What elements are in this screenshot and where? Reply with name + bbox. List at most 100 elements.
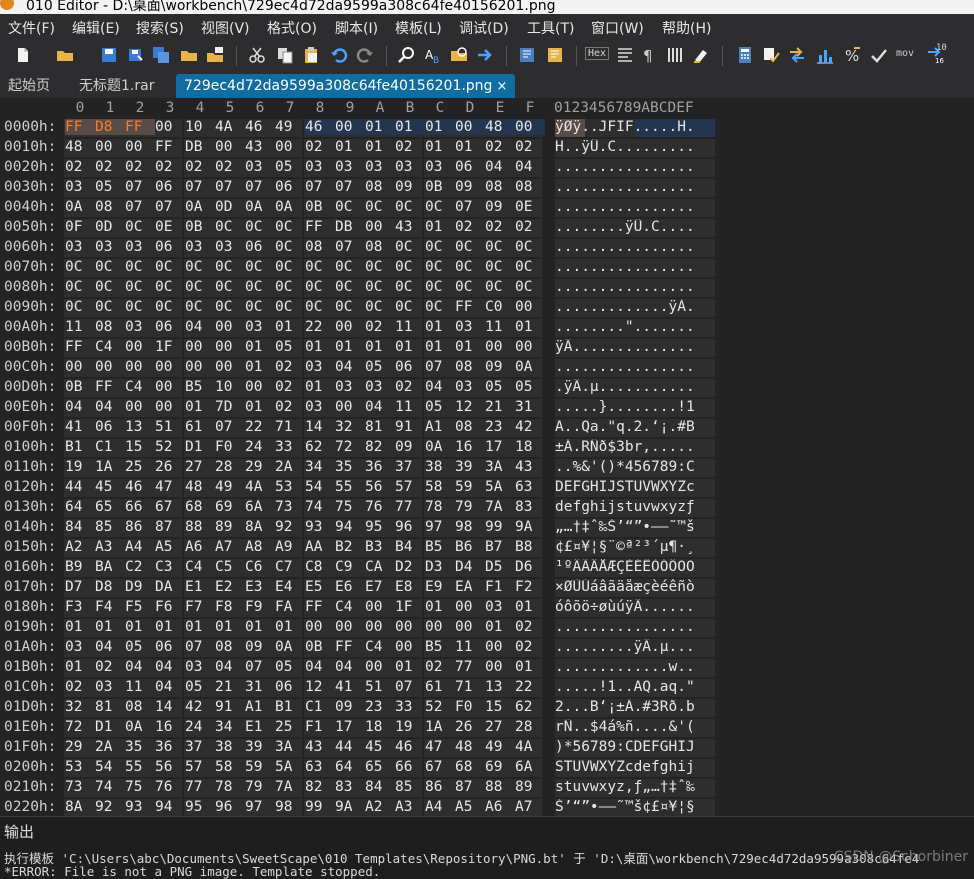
hex-byte[interactable]: 08 — [125, 699, 155, 715]
hex-byte[interactable]: 95 — [365, 519, 395, 535]
hex-byte[interactable]: 07 — [395, 679, 425, 695]
hex-byte[interactable]: 02 — [275, 399, 305, 415]
hex-byte[interactable]: 0E — [515, 199, 545, 215]
hex-byte[interactable]: 11 — [395, 319, 425, 335]
paste-icon[interactable] — [302, 46, 320, 64]
hex-byte[interactable]: 08 — [215, 639, 245, 655]
hex-byte[interactable]: 24 — [245, 439, 275, 455]
save-all-icon[interactable] — [152, 46, 170, 64]
hex-byte[interactable]: 00 — [455, 619, 485, 635]
hex-byte[interactable]: 61 — [425, 679, 455, 695]
hex-byte[interactable]: 69 — [215, 499, 245, 515]
hex-byte[interactable]: 65 — [95, 499, 125, 515]
hex-byte[interactable]: 08 — [455, 419, 485, 435]
hex-byte[interactable]: 49 — [215, 479, 245, 495]
hex-byte[interactable]: D2 — [395, 559, 425, 575]
hex-byte[interactable]: 0E — [155, 219, 185, 235]
hex-byte[interactable]: 02 — [95, 159, 125, 175]
hex-byte[interactable]: 2A — [275, 459, 305, 475]
hex-byte[interactable]: 74 — [95, 779, 125, 795]
hex-byte[interactable]: 18 — [365, 719, 395, 735]
hex-byte[interactable]: B6 — [455, 539, 485, 555]
hex-byte[interactable]: 12 — [455, 399, 485, 415]
hex-byte[interactable]: 75 — [125, 779, 155, 795]
hex-byte[interactable]: 01 — [245, 339, 275, 355]
hex-byte[interactable]: C4 — [125, 379, 155, 395]
hex-byte[interactable]: 00 — [185, 359, 215, 375]
hex-byte[interactable]: 07 — [215, 179, 245, 195]
hex-byte[interactable]: 04 — [305, 659, 335, 675]
calculator-icon[interactable] — [736, 46, 754, 64]
ascii-column[interactable]: „…†‡ˆ‰Š’“”•–—˜™š — [555, 519, 715, 537]
ascii-column[interactable]: stuvwxyz‚ƒ„…†‡ˆ‰ — [555, 779, 715, 797]
hex-byte[interactable]: 0C — [155, 259, 185, 275]
hex-byte[interactable]: 42 — [515, 419, 545, 435]
hex-byte[interactable]: 46 — [245, 119, 275, 135]
hex-byte[interactable]: 03 — [425, 159, 455, 175]
hex-byte[interactable]: 46 — [305, 119, 335, 135]
hex-byte[interactable]: 95 — [185, 799, 215, 815]
hex-byte[interactable]: 05 — [275, 339, 305, 355]
hex-byte[interactable]: 22 — [245, 419, 275, 435]
hex-byte[interactable]: 23 — [365, 699, 395, 715]
hex-byte[interactable]: 47 — [425, 739, 455, 755]
hex-byte[interactable]: 0C — [95, 259, 125, 275]
hex-byte[interactable]: A6 — [485, 799, 515, 815]
hex-byte[interactable]: 92 — [95, 799, 125, 815]
hex-byte[interactable]: 0B — [425, 179, 455, 195]
menu-script[interactable]: 脚本(I) — [335, 18, 378, 38]
hex-byte[interactable]: 04 — [155, 659, 185, 675]
ascii-column[interactable]: ¹ºÂÃÄÅÆÇÈÉÊÒÓÔÕÖ — [555, 559, 715, 577]
hex-byte[interactable]: 1F — [395, 599, 425, 615]
hex-byte[interactable]: 78 — [425, 499, 455, 515]
hex-byte[interactable]: 11 — [485, 319, 515, 335]
hex-byte[interactable]: 99 — [485, 519, 515, 535]
hex-byte[interactable]: 0C — [65, 259, 95, 275]
hex-byte[interactable]: 03 — [485, 599, 515, 615]
hex-byte[interactable]: C4 — [95, 339, 125, 355]
hex-byte[interactable]: A7 — [215, 539, 245, 555]
hex-byte[interactable]: 05 — [485, 379, 515, 395]
columns-icon[interactable] — [666, 46, 684, 64]
hex-byte[interactable]: 5A — [485, 479, 515, 495]
hex-byte[interactable]: 81 — [365, 419, 395, 435]
hex-byte[interactable]: 1A — [425, 719, 455, 735]
hex-byte[interactable]: F5 — [125, 599, 155, 615]
hex-byte[interactable]: B5 — [425, 539, 455, 555]
hex-byte[interactable]: 64 — [65, 499, 95, 515]
hex-byte[interactable]: 62 — [305, 439, 335, 455]
hex-byte[interactable]: 06 — [395, 359, 425, 375]
hex-byte[interactable]: A1 — [425, 419, 455, 435]
hex-byte[interactable]: 00 — [395, 619, 425, 635]
menu-window[interactable]: 窗口(W) — [591, 18, 644, 38]
hex-byte[interactable]: A3 — [95, 539, 125, 555]
hex-byte[interactable]: 0F — [65, 219, 95, 235]
hex-byte[interactable]: B7 — [485, 539, 515, 555]
hex-byte[interactable]: 0C — [215, 279, 245, 295]
check-icon[interactable] — [870, 46, 888, 64]
hex-byte[interactable]: 00 — [485, 639, 515, 655]
edit-as-icon[interactable] — [616, 46, 634, 64]
hex-byte[interactable]: 0A — [275, 199, 305, 215]
hex-byte[interactable]: 27 — [485, 719, 515, 735]
hex-byte[interactable]: FF — [335, 639, 365, 655]
hex-byte[interactable]: 93 — [305, 519, 335, 535]
hex-byte[interactable]: 01 — [245, 619, 275, 635]
ascii-column[interactable]: ................ — [555, 279, 715, 297]
hex-byte[interactable]: 44 — [65, 479, 95, 495]
hex-byte[interactable]: 01 — [275, 619, 305, 635]
hex-byte[interactable]: 32 — [65, 699, 95, 715]
hex-byte[interactable]: 02 — [65, 679, 95, 695]
hex-byte[interactable]: 07 — [305, 179, 335, 195]
hex-byte[interactable]: 01 — [65, 659, 95, 675]
hex-byte[interactable]: 0C — [425, 279, 455, 295]
hex-byte[interactable]: 08 — [485, 179, 515, 195]
hex-byte[interactable]: 77 — [395, 499, 425, 515]
hex-byte[interactable]: 03 — [455, 319, 485, 335]
ascii-column[interactable]: .............w.. — [555, 659, 715, 677]
hex-byte[interactable]: 98 — [455, 519, 485, 535]
hex-byte[interactable]: 17 — [335, 719, 365, 735]
hex-byte[interactable]: 07 — [335, 239, 365, 255]
hex-byte[interactable]: 6A — [515, 759, 545, 775]
hex-byte[interactable]: A6 — [185, 539, 215, 555]
